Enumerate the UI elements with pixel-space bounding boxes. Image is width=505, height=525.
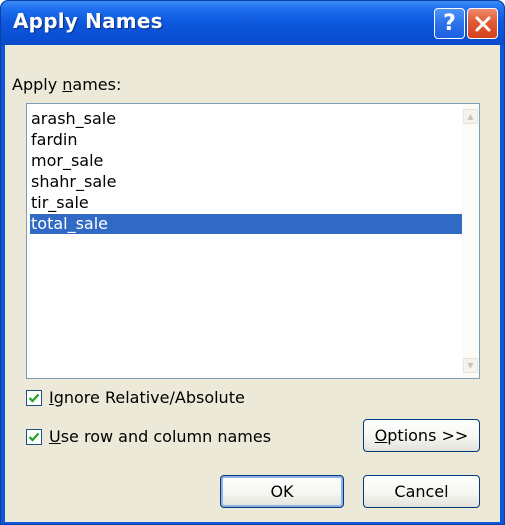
check-icon <box>28 393 40 403</box>
title-bar[interactable]: Apply Names ? <box>1 1 504 45</box>
help-icon: ? <box>443 11 456 36</box>
help-button[interactable]: ? <box>434 8 465 39</box>
dialog-title: Apply Names <box>13 9 163 33</box>
cancel-button[interactable]: Cancel <box>363 475 480 508</box>
arrow-up-icon: ▲ <box>467 112 474 121</box>
dialog-body: Apply names: arash_sale fardin mor_sale … <box>5 45 500 522</box>
close-button[interactable] <box>467 8 498 39</box>
ignore-relative-checkbox[interactable] <box>26 390 42 406</box>
ok-button[interactable]: OK <box>220 475 344 508</box>
apply-names-dialog: Apply Names ? Apply names: arash_sale fa… <box>0 0 505 525</box>
close-icon <box>475 16 490 31</box>
check-icon <box>28 432 40 442</box>
use-row-column-checkbox[interactable] <box>26 429 42 445</box>
list-item[interactable]: arash_sale <box>30 109 462 129</box>
options-button[interactable]: Options >> <box>363 419 480 452</box>
list-item[interactable]: shahr_sale <box>30 172 462 192</box>
names-listbox[interactable]: arash_sale fardin mor_sale shahr_sale ti… <box>26 103 480 379</box>
scroll-up-button[interactable]: ▲ <box>463 109 478 124</box>
vertical-scrollbar[interactable]: ▲ ▼ <box>462 104 479 378</box>
list-item[interactable]: fardin <box>30 130 462 150</box>
apply-names-label: Apply names: <box>12 75 122 94</box>
arrow-down-icon: ▼ <box>467 361 474 370</box>
use-row-column-label[interactable]: Use row and column names <box>49 427 271 446</box>
scroll-down-button[interactable]: ▼ <box>463 358 478 373</box>
list-item[interactable]: tir_sale <box>30 193 462 213</box>
ignore-relative-label[interactable]: Ignore Relative/Absolute <box>49 388 245 407</box>
list-item[interactable]: mor_sale <box>30 151 462 171</box>
list-item-selected[interactable]: total_sale <box>30 214 462 234</box>
